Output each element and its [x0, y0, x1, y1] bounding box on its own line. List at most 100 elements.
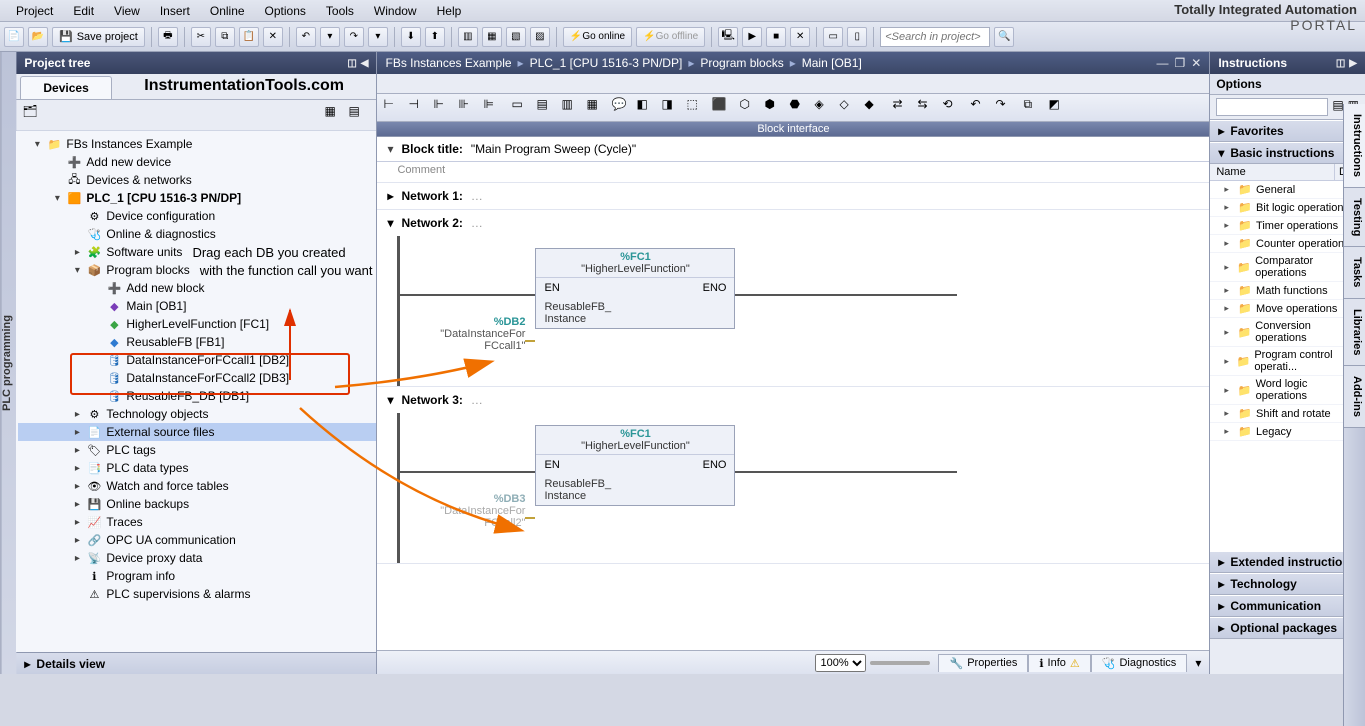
fc-call-box[interactable]: %FC1 "HigherLevelFunction" EN ENO Reusab… [535, 425, 735, 506]
et-icon[interactable]: ⬢ [764, 97, 786, 119]
block-comment[interactable]: Comment [377, 162, 1209, 183]
breadcrumb-item[interactable]: PLC_1 [CPU 1516-3 PN/DP] [530, 56, 683, 70]
acc-tech[interactable]: ▸Technology [1210, 573, 1365, 595]
tree-detail-icon[interactable]: ▤ [348, 104, 370, 126]
save-project-button[interactable]: 💾 Save project [52, 27, 145, 47]
menu-help[interactable]: Help [427, 2, 472, 20]
tree-devices-networks[interactable]: 🖧Devices & networks [18, 171, 376, 189]
tree-add-block[interactable]: ➕Add new block [18, 279, 376, 297]
network-3-body[interactable]: %FC1 "HigherLevelFunction" EN ENO Reusab… [387, 413, 1199, 563]
acc-basic[interactable]: ▾Basic instructions [1210, 142, 1365, 164]
et-icon[interactable]: ◨ [661, 97, 683, 119]
open-project-icon[interactable]: 📂 [28, 27, 48, 47]
compile-icon[interactable]: ▥ [458, 27, 478, 47]
et-icon[interactable]: ⬚ [686, 97, 708, 119]
breadcrumb-item[interactable]: Main [OB1] [802, 56, 862, 70]
undo-dropdown-icon[interactable]: ▾ [320, 27, 340, 47]
block-interface-divider[interactable]: Block interface [377, 122, 1209, 137]
acc-ext[interactable]: ▸Extended instructions [1210, 551, 1365, 573]
redo-icon[interactable]: ↷ [344, 27, 364, 47]
instr-bit[interactable]: ▸📁Bit logic operations [1210, 199, 1365, 217]
et-icon[interactable]: ◩ [1048, 97, 1070, 119]
menu-options[interactable]: Options [255, 2, 316, 20]
tree-tech-objects[interactable]: ▸⚙Technology objects [18, 405, 376, 423]
start-simulation-icon[interactable]: ▧ [506, 27, 526, 47]
et-icon[interactable]: ⊣ [408, 97, 430, 119]
tree-device-config[interactable]: ⚙Device configuration [18, 207, 376, 225]
et-icon[interactable]: ▤ [536, 97, 558, 119]
instr-search[interactable] [1216, 98, 1328, 116]
menu-online[interactable]: Online [200, 2, 255, 20]
et-icon[interactable]: ⇆ [917, 97, 939, 119]
db-ref[interactable]: %DB2 "DataInstanceFor FCcall1" [415, 316, 525, 352]
tree-grid-icon[interactable]: ▦ [324, 104, 346, 126]
menu-window[interactable]: Window [364, 2, 427, 20]
et-icon[interactable]: ◇ [839, 97, 861, 119]
tree-plc-datatypes[interactable]: ▸📑PLC data types [18, 459, 376, 477]
zoom-select[interactable]: 100% [815, 654, 866, 672]
rail-addins[interactable]: Add-ins [1344, 366, 1365, 428]
tree-plc[interactable]: ▾🟧PLC_1 [CPU 1516-3 PN/DP] [18, 189, 376, 207]
tree-plc-tags[interactable]: ▸🏷PLC tags [18, 441, 376, 459]
go-offline-button[interactable]: ⚡ Go offline [636, 27, 705, 47]
instr-view-icon[interactable]: ▤ [1332, 98, 1343, 116]
tree-opcua[interactable]: ▸🔗OPC UA communication [18, 531, 376, 549]
instr-word[interactable]: ▸📁Word logic operations [1210, 376, 1365, 405]
tab-devices[interactable]: Devices [20, 76, 111, 99]
menu-view[interactable]: View [104, 2, 150, 20]
instr-math[interactable]: ▸📁Math functions [1210, 282, 1365, 300]
panel-pin-icon[interactable]: ▶ [1349, 58, 1357, 69]
undo-icon[interactable]: ↶ [296, 27, 316, 47]
tree-software-units[interactable]: ▸🧩Software units Drag each DB you create… [18, 243, 376, 261]
et-icon[interactable]: ⊩ [433, 97, 455, 119]
download-icon[interactable]: ⬇ [401, 27, 421, 47]
menu-project[interactable]: Project [6, 2, 63, 20]
split-h-icon[interactable]: ▭ [823, 27, 843, 47]
instr-legacy[interactable]: ▸📁Legacy [1210, 423, 1365, 441]
chevron-down-icon[interactable]: ▾ [387, 142, 393, 156]
instr-comp[interactable]: ▸📁Comparator operations [1210, 253, 1365, 282]
et-icon[interactable]: ▭ [511, 97, 533, 119]
et-icon[interactable]: ⬣ [789, 97, 811, 119]
tree-online-diag[interactable]: 🩺Online & diagnostics [18, 225, 376, 243]
close-icon[interactable]: ✕ [1191, 56, 1201, 70]
et-icon[interactable]: ▥ [561, 97, 583, 119]
breadcrumb-item[interactable]: Program blocks [700, 56, 783, 70]
et-icon[interactable]: ◈ [814, 97, 836, 119]
chevron-down-icon[interactable]: ▾ [387, 216, 393, 230]
download-to-device-icon[interactable]: ▦ [482, 27, 502, 47]
tree-online-backups[interactable]: ▸💾Online backups [18, 495, 376, 513]
instr-move[interactable]: ▸📁Move operations [1210, 300, 1365, 318]
start-cpu-icon[interactable]: ▶ [742, 27, 762, 47]
details-view-bar[interactable]: ▸ Details view [16, 652, 376, 674]
et-icon[interactable]: ◧ [636, 97, 658, 119]
rail-tasks[interactable]: Tasks [1344, 247, 1365, 298]
cross-ref-icon[interactable]: ✕ [790, 27, 810, 47]
et-icon[interactable]: ⟲ [942, 97, 964, 119]
search-icon[interactable]: 🔍 [994, 27, 1014, 47]
et-icon[interactable]: ⬡ [739, 97, 761, 119]
db-ref[interactable]: %DB3 "DataInstanceFor FCcall2" [415, 493, 525, 529]
search-in-project-input[interactable] [880, 27, 990, 47]
tree-db3[interactable]: 🛢DataInstanceForFCcall2 [DB3] [18, 369, 376, 387]
acc-optpkg[interactable]: ▸Optional packages [1210, 617, 1365, 639]
chevron-down-icon[interactable]: ▾ [387, 393, 393, 407]
instr-progctrl[interactable]: ▸📁Program control operati... [1210, 347, 1365, 376]
accessible-devices-icon[interactable]: 🖳 [718, 27, 738, 47]
et-icon[interactable]: ⇄ [892, 97, 914, 119]
split-v-icon[interactable]: ▯ [847, 27, 867, 47]
et-icon[interactable]: ▦ [586, 97, 608, 119]
instr-counter[interactable]: ▸📁Counter operations [1210, 235, 1365, 253]
tab-info[interactable]: ℹ Info ⚠ [1028, 654, 1090, 672]
stop-cpu-icon[interactable]: ■ [766, 27, 786, 47]
acc-favorites[interactable]: ▸Favorites [1210, 120, 1365, 142]
tree-view-icon[interactable]: 🗂 [22, 104, 44, 126]
project-tree[interactable]: ▾📁FBs Instances Example ➕Add new device … [16, 131, 376, 652]
fc-call-box[interactable]: %FC1 "HigherLevelFunction" EN ENO Reusab… [535, 248, 735, 329]
rail-instructions[interactable]: Instructions [1344, 104, 1365, 188]
rail-testing[interactable]: Testing [1344, 188, 1365, 247]
et-icon[interactable]: ⊢ [383, 97, 405, 119]
et-icon[interactable]: ⊪ [458, 97, 480, 119]
maximize-icon[interactable]: ❐ [1175, 56, 1186, 70]
instr-conv[interactable]: ▸📁Conversion operations [1210, 318, 1365, 347]
